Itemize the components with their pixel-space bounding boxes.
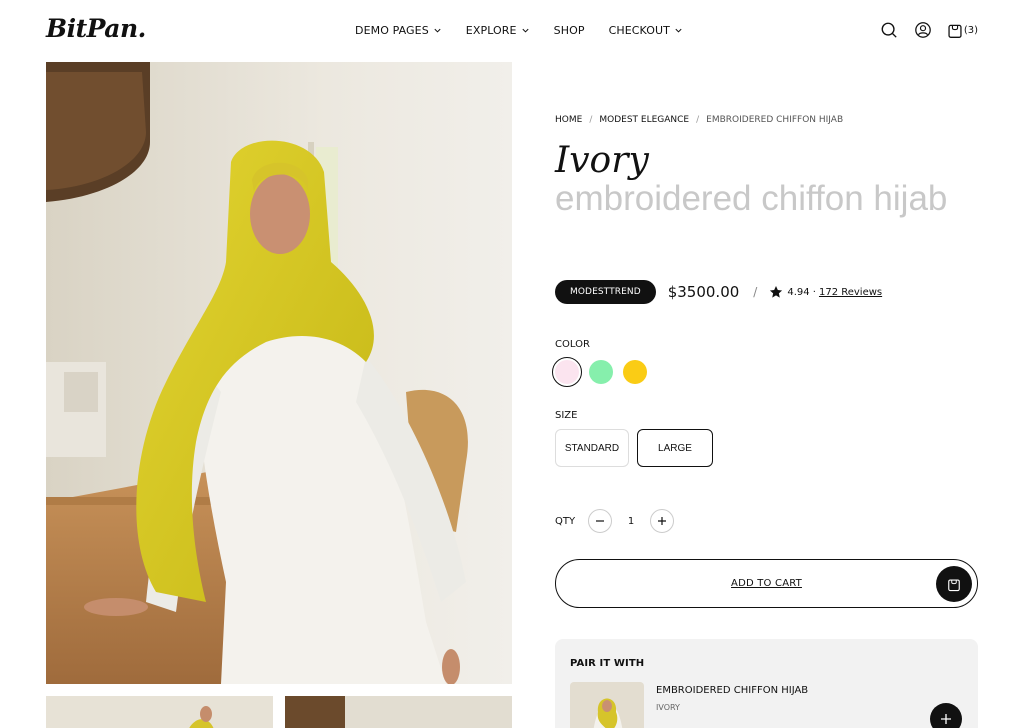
chevron-down-icon bbox=[433, 26, 442, 35]
swatch-fill bbox=[589, 360, 613, 384]
product-main-image[interactable] bbox=[46, 62, 512, 684]
plus-icon bbox=[941, 714, 951, 724]
color-swatch-pink[interactable] bbox=[552, 357, 582, 387]
size-standard-button[interactable]: STANDARD bbox=[555, 429, 629, 467]
pair-title: PAIR IT WITH bbox=[570, 658, 645, 669]
size-large-button[interactable]: LARGE bbox=[637, 429, 713, 467]
rating-value: 4.94 · bbox=[787, 286, 816, 298]
bag-icon[interactable]: (3) bbox=[947, 20, 978, 40]
nav-demo-pages[interactable]: DEMO PAGES bbox=[355, 24, 442, 37]
pair-add-button[interactable] bbox=[930, 703, 962, 728]
product-thumbnail-2[interactable] bbox=[285, 696, 512, 728]
brand-badge[interactable]: MODESTTREND bbox=[555, 280, 656, 304]
qty-value[interactable]: 1 bbox=[612, 516, 650, 527]
site-logo[interactable]: BitPan. bbox=[46, 14, 146, 43]
size-options: STANDARD LARGE bbox=[555, 429, 721, 467]
nav-label: SHOP bbox=[553, 24, 585, 37]
nav-checkout[interactable]: CHECKOUT bbox=[609, 24, 683, 37]
product-thumbnail-1[interactable] bbox=[46, 696, 273, 728]
color-label: COLOR bbox=[555, 339, 590, 350]
color-swatch-green[interactable] bbox=[586, 357, 616, 387]
qty-increase-button[interactable] bbox=[650, 509, 675, 533]
pair-item-variant: IVORY bbox=[656, 703, 680, 712]
cart-count: (3) bbox=[963, 24, 978, 36]
product-title-primary: Ivory bbox=[555, 140, 649, 181]
color-swatches bbox=[552, 357, 654, 387]
nav-label: EXPLORE bbox=[465, 24, 517, 37]
pair-it-with-panel: PAIR IT WITH EMBROIDERED CHIFFON HIJAB I… bbox=[555, 639, 978, 728]
price-row: MODESTTREND $3500.00 / 4.94 · 172 Review… bbox=[555, 280, 882, 304]
size-label: SIZE bbox=[555, 410, 578, 421]
nav-shop[interactable]: SHOP bbox=[554, 24, 585, 37]
nav-label: DEMO PAGES bbox=[355, 24, 429, 37]
header-actions: (3) bbox=[865, 20, 978, 40]
breadcrumb: HOME / MODEST ELEGANCE / EMBROIDERED CHI… bbox=[555, 115, 844, 125]
product-price: $3500.00 bbox=[667, 283, 740, 301]
swatch-fill bbox=[555, 360, 579, 384]
pair-item-image[interactable] bbox=[570, 682, 644, 728]
bag-icon bbox=[936, 566, 972, 602]
nav-explore[interactable]: EXPLORE bbox=[466, 24, 530, 37]
chevron-down-icon bbox=[674, 26, 683, 35]
breadcrumb-home[interactable]: HOME bbox=[555, 115, 582, 125]
qty-label: QTY bbox=[555, 515, 576, 527]
star-icon bbox=[769, 285, 783, 299]
chevron-down-icon bbox=[521, 26, 530, 35]
add-to-cart-label: ADD TO CART bbox=[731, 578, 802, 589]
price-separator: / bbox=[753, 285, 758, 299]
quantity-stepper: QTY 1 bbox=[555, 509, 675, 533]
breadcrumb-current: EMBROIDERED CHIFFON HIJAB bbox=[706, 115, 844, 125]
product-title-secondary: embroidered chiffon hijab bbox=[555, 179, 948, 218]
user-icon[interactable] bbox=[913, 20, 933, 40]
main-nav: DEMO PAGES EXPLORE SHOP CHECKOUT bbox=[355, 24, 707, 37]
nav-label: CHECKOUT bbox=[608, 24, 670, 37]
swatch-fill bbox=[623, 360, 647, 384]
breadcrumb-category[interactable]: MODEST ELEGANCE bbox=[599, 115, 689, 125]
add-to-cart-button[interactable]: ADD TO CART bbox=[555, 559, 978, 608]
search-icon[interactable] bbox=[879, 20, 899, 40]
reviews-link[interactable]: 172 Reviews bbox=[819, 287, 882, 298]
site-header: BitPan. DEMO PAGES EXPLORE SHOP CHECKOUT bbox=[0, 0, 1024, 62]
color-swatch-yellow[interactable] bbox=[620, 357, 650, 387]
pair-item-name[interactable]: EMBROIDERED CHIFFON HIJAB bbox=[656, 685, 808, 696]
qty-decrease-button[interactable] bbox=[588, 509, 613, 533]
plus-icon bbox=[658, 517, 667, 525]
minus-icon bbox=[596, 520, 605, 522]
